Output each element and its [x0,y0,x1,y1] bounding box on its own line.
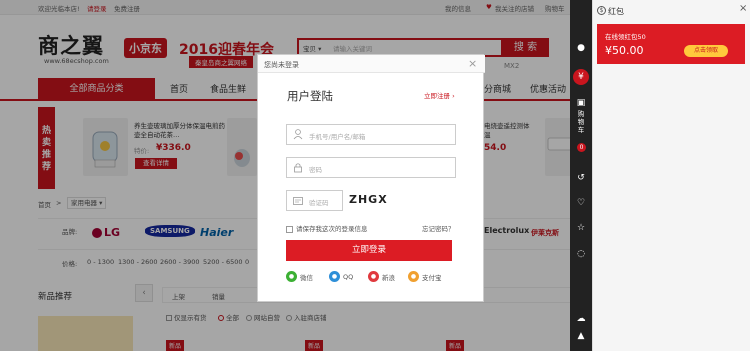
qq-login[interactable]: ● QQ [329,271,353,282]
wechat-label: 微信 [300,273,313,282]
weibo-icon: ● [368,271,379,282]
captcha-field[interactable]: 验证码 [286,190,343,211]
red-packet-small-icon: $ [597,6,606,15]
qq-icon: ● [329,271,340,282]
modal-header-text: 您尚未登录 [264,61,299,69]
weibo-label: 新浪 [382,273,395,282]
cart-count-badge: 0 [577,143,586,152]
alipay-icon: ● [408,271,419,282]
login-title: 用户登陆 [287,89,333,103]
login-button[interactable]: 立即登录 [286,240,452,261]
side-cart-label[interactable]: 购物车 [575,110,587,134]
captcha-image[interactable]: ZHGX [349,193,388,206]
weibo-login[interactable]: ● 新浪 [368,271,395,282]
register-now-link[interactable]: 立即注册 › [424,90,455,100]
password-field[interactable]: 密码 [286,157,456,178]
captcha-placeholder: 验证码 [309,199,329,207]
user-icon[interactable]: ● [575,42,587,54]
arrow-up-icon[interactable]: ▲ [575,330,587,342]
user-icon [293,129,303,140]
wechat-login[interactable]: ● 微信 [286,271,313,282]
star-icon[interactable]: ☆ [575,222,587,234]
remember-me-checkbox[interactable]: 请保存我这次的登录信息 [286,223,368,233]
username-field[interactable]: 手机号/用户名/邮箱 [286,124,456,145]
remember-me-label: 请保存我这次的登录信息 [296,225,368,233]
red-packet-icon[interactable]: ¥ [573,69,589,85]
register-now-label: 立即注册 [424,92,450,100]
qq-label: QQ [343,272,354,281]
lock-icon [294,163,302,173]
password-placeholder: 密码 [309,166,322,174]
coupon-title: 在线领红包50 [605,33,646,41]
close-icon[interactable]: × [739,3,747,14]
username-placeholder: 手机号/用户名/邮箱 [309,133,366,141]
wechat-icon: ● [286,271,297,282]
cloud-icon[interactable]: ☁ [575,313,587,325]
close-icon[interactable]: × [468,57,477,70]
panel-title: 红包 [608,7,624,16]
claim-coupon-button[interactable]: 点击领取 [684,45,728,57]
history-icon[interactable]: ↺ [575,172,587,184]
coupon-amount: ¥50.00 [605,44,644,57]
forgot-password-link[interactable]: 忘记密码？ [422,223,455,233]
captcha-icon [293,197,303,205]
login-modal: 您尚未登录 × 用户登陆 立即注册 › 手机号/用户名/邮箱 密码 验证码 ZH… [257,54,485,302]
alipay-label: 支付宝 [422,273,442,282]
chat-icon[interactable]: ◌ [575,248,587,260]
alipay-login[interactable]: ● 支付宝 [408,271,442,282]
heart-icon[interactable]: ♡ [575,197,587,209]
checkbox-icon [286,225,293,233]
cart-icon[interactable]: ▣ [575,97,587,109]
